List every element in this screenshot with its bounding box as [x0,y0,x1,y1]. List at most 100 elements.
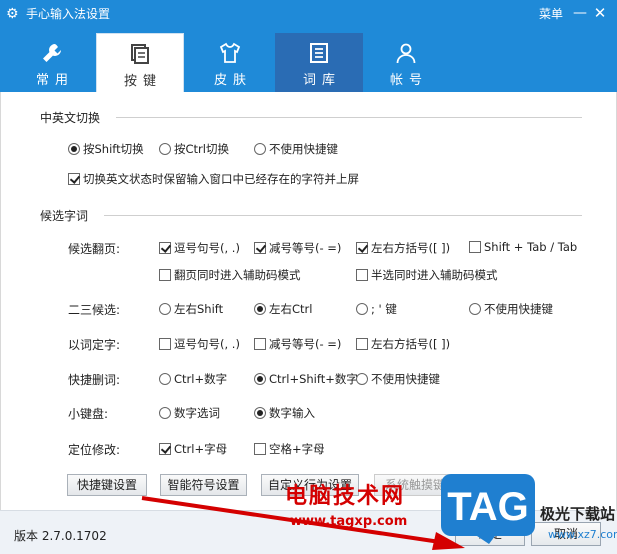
checkbox-shift-tab[interactable]: Shift + Tab / Tab [469,240,577,254]
option-label: 切换英文状态时保留输入窗口中已经存在的字符并上屏 [83,172,359,186]
checkbox-mark [254,338,266,350]
option-label: 减号等号(- =) [269,241,342,255]
checkbox-keep-chars[interactable]: 切换英文状态时保留输入窗口中已经存在的字符并上屏 [68,171,359,187]
checkbox-mark [159,443,171,455]
option-label: Ctrl+字母 [174,442,228,456]
tab-label: 词库 [302,73,341,88]
radio-ctrl-shift-number[interactable]: Ctrl+Shift+数字 [254,371,358,387]
radio-ctrl-switch[interactable]: 按Ctrl切换 [159,141,229,157]
checkbox-mark [159,242,171,254]
radio-no-shortcut[interactable]: 不使用快捷键 [254,141,338,157]
document-icon [310,43,328,63]
checkbox-word-brackets[interactable]: 左右方括号([ ]) [356,336,450,352]
radio-left-right-ctrl[interactable]: 左右Ctrl [254,301,312,317]
row-label-keypad: 小键盘: [68,407,109,421]
checkbox-mark [254,242,266,254]
watermark-text: 电脑技术网 [285,484,406,509]
option-label: 不使用快捷键 [269,142,338,156]
tab-keys[interactable]: 按键 [96,33,184,92]
checkbox-mark [159,338,171,350]
radio-dot [68,143,80,155]
radio-dot [356,303,368,315]
radio-dot [469,303,481,315]
divider [116,117,582,118]
checkbox-mark [159,269,171,281]
section-title-candidates: 候选字词 [40,209,89,223]
radio-dot [254,407,266,419]
checkbox-word-minus-equal[interactable]: 减号等号(- =) [254,336,341,352]
option-label: Ctrl+数字 [174,372,228,386]
shirt-icon [219,42,241,63]
option-label: Ctrl+Shift+数字 [269,372,358,386]
tab-lexicon[interactable]: 词库 [275,33,363,92]
window-title: 手心输入法设置 [26,7,111,21]
checkbox-mark [356,338,368,350]
shortcut-settings-button[interactable]: 快捷键设置 [67,474,147,496]
option-label: 不使用快捷键 [371,372,440,386]
checkbox-mark [469,241,481,253]
radio-ctrl-number[interactable]: Ctrl+数字 [159,371,227,387]
watermark-side-text: 极光下载站 [540,505,616,523]
row-label-locate-edit: 定位修改: [68,443,121,457]
checkbox-comma-period[interactable]: 逗号句号(, .) [159,240,240,256]
radio-second-no-shortcut[interactable]: 不使用快捷键 [469,301,553,317]
version-label: 版本 2.7.0.1702 [14,529,107,543]
tag-logo-text: TAG [447,485,528,529]
radio-dot [254,303,266,315]
gear-icon: ⚙ [6,6,19,22]
option-label: 减号等号(- =) [269,337,342,351]
option-label: 不使用快捷键 [484,302,553,316]
section-title-zh-en: 中英文切换 [40,111,101,125]
tab-common[interactable]: 常用 [8,33,96,92]
checkbox-page-assist-mode[interactable]: 翻页同时进入辅助码模式 [159,267,301,283]
tab-label: 帐号 [389,73,428,88]
row-label-quick-delete: 快捷删词: [68,373,121,387]
option-label: 按Ctrl切换 [174,142,229,156]
radio-number-input[interactable]: 数字输入 [254,405,315,421]
watermark-side-url: www.xz7.com [548,528,617,541]
option-label: 左右Ctrl [269,302,313,316]
radio-number-select[interactable]: 数字选词 [159,405,220,421]
checkbox-half-select-assist-mode[interactable]: 半选同时进入辅助码模式 [356,267,498,283]
option-label: 左右方括号([ ]) [371,337,451,351]
row-label-second-candidate: 二三候选: [68,303,121,317]
checkbox-space-letter[interactable]: 空格+字母 [254,441,325,457]
row-label-word-to-char: 以词定字: [68,338,121,352]
tab-label: 常用 [35,73,74,88]
checkbox-minus-equal[interactable]: 减号等号(- =) [254,240,341,256]
tab-label: 皮肤 [213,73,252,88]
radio-left-right-shift[interactable]: 左右Shift [159,301,223,317]
close-icon[interactable]: ✕ [592,4,608,22]
checkbox-mark [68,173,80,185]
radio-shift-switch[interactable]: 按Shift切换 [68,141,144,157]
option-label: 逗号句号(, .) [174,337,240,351]
radio-dot [159,143,171,155]
divider [104,215,582,216]
checkbox-mark [254,443,266,455]
minimize-icon[interactable]: — [572,4,588,22]
menu-button[interactable]: 菜单 [539,6,563,22]
tab-skin[interactable]: 皮肤 [186,33,274,92]
radio-dot [159,407,171,419]
wrench-icon [43,44,61,62]
radio-dot [254,373,266,385]
option-label: 半选同时进入辅助码模式 [371,268,498,282]
option-label: 逗号句号(, .) [174,241,240,255]
row-label-page-turn: 候选翻页: [68,242,121,256]
radio-delete-no-shortcut[interactable]: 不使用快捷键 [356,371,440,387]
option-label: 按Shift切换 [83,142,144,156]
tab-account[interactable]: 帐号 [362,33,450,92]
radio-dot [159,303,171,315]
tab-label: 按键 [123,74,162,89]
radio-semicolon-quote[interactable]: ; ' 键 [356,301,397,317]
option-label: 空格+字母 [269,442,325,456]
checkbox-word-comma-period[interactable]: 逗号句号(, .) [159,336,240,352]
checkbox-ctrl-letter[interactable]: Ctrl+字母 [159,441,227,457]
checkbox-brackets[interactable]: 左右方括号([ ]) [356,240,450,256]
option-label: 翻页同时进入辅助码模式 [174,268,301,282]
checkbox-mark [356,242,368,254]
user-icon [396,43,416,64]
option-label: 数字输入 [269,406,315,420]
keyboard-icon [131,44,149,64]
radio-dot [356,373,368,385]
